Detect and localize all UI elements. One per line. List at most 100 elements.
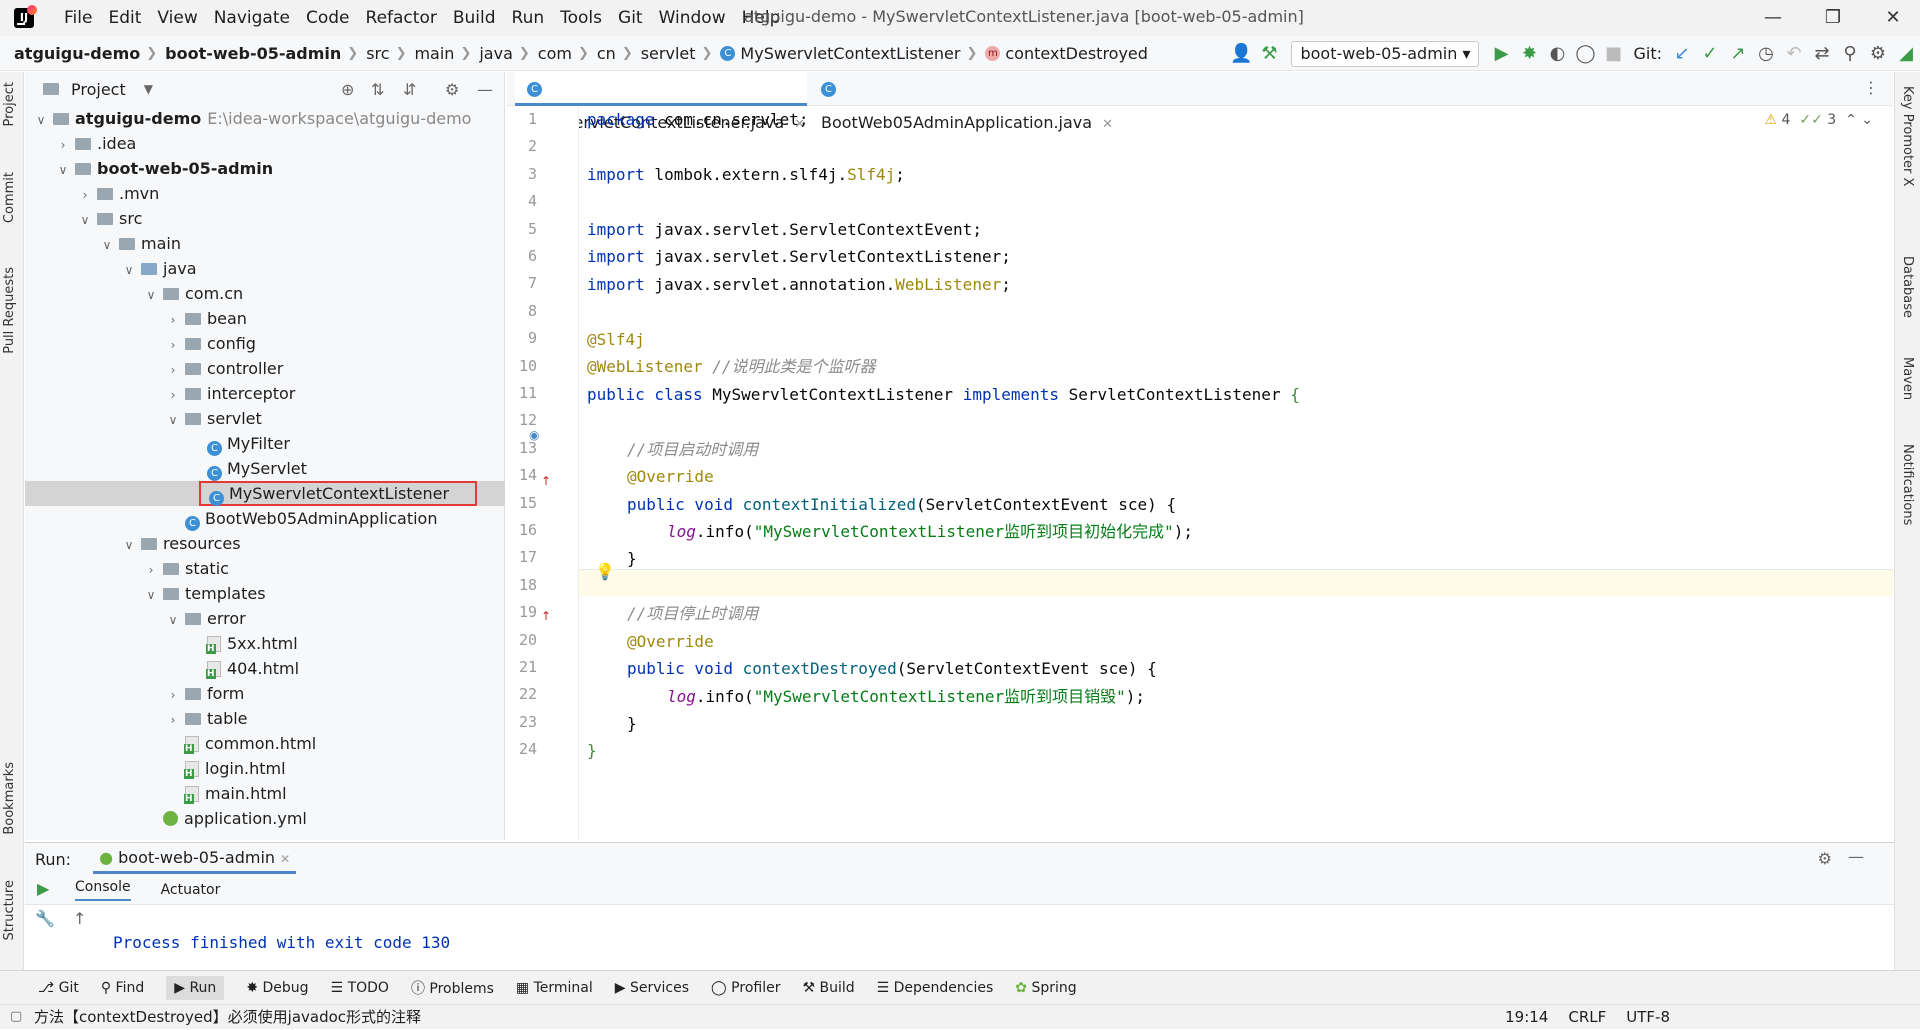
tree-item[interactable]: › table (25, 706, 505, 731)
rerun-icon[interactable]: ▶ (37, 879, 49, 898)
tool-problems[interactable]: ⓘ Problems (411, 978, 494, 998)
git-commit-icon[interactable]: ✓ (1696, 43, 1724, 64)
git-push-icon[interactable]: ↗ (1724, 43, 1752, 64)
menu-window[interactable]: Window (651, 0, 734, 36)
tree-item[interactable]: 404.html (25, 656, 505, 681)
scroll-up-icon[interactable]: ↑ (73, 909, 86, 928)
crumb-module[interactable]: boot-web-05-admin (165, 44, 341, 63)
tree-item[interactable]: ∨ resources (25, 531, 505, 556)
tree-item[interactable]: › bean (25, 306, 505, 331)
run-gear-icon[interactable]: ⚙ (1818, 849, 1832, 868)
tree-item[interactable]: C MyServlet (25, 456, 505, 481)
line-separator[interactable]: CRLF (1568, 1005, 1606, 1030)
tool-commit[interactable]: Commit (2, 172, 17, 223)
run-tab[interactable]: ● boot-web-05-admin ✕ (93, 844, 297, 874)
status-toggle-icon[interactable]: ▢ (10, 1009, 22, 1024)
menu-git[interactable]: Git (610, 0, 651, 36)
tool-build[interactable]: ⚒ Build (802, 980, 854, 996)
menu-build[interactable]: Build (445, 0, 504, 36)
tab-application[interactable]: CBootWeb05AdminApplication.java ✕ (809, 72, 1119, 132)
tool-project[interactable]: Project (2, 82, 17, 126)
menu-view[interactable]: View (149, 0, 205, 36)
tree-item[interactable]: login.html (25, 756, 505, 781)
tool-key-promoter[interactable]: Key Promoter X (1900, 86, 1915, 186)
tree-item[interactable]: › static (25, 556, 505, 581)
tool-git[interactable]: ⎇ Git (38, 980, 79, 996)
build-hammer-icon[interactable]: ⚒ (1255, 43, 1283, 64)
console-tab[interactable]: Console (75, 879, 131, 901)
tool-run[interactable]: ▶ Run (166, 975, 225, 1000)
tree-item[interactable]: 5xx.html (25, 631, 505, 656)
tree-item[interactable]: ∨ src (25, 206, 505, 231)
tool-terminal[interactable]: ▦ Terminal (516, 980, 593, 996)
tree-item[interactable]: ∨ main (25, 231, 505, 256)
file-encoding[interactable]: UTF-8 (1626, 1005, 1670, 1030)
hide-run-icon[interactable]: — (1848, 847, 1864, 866)
close-icon[interactable]: ✕ (1866, 0, 1920, 36)
tree-item[interactable]: › config (25, 331, 505, 356)
tool-services[interactable]: ▶ Services (615, 980, 689, 996)
tree-item[interactable]: common.html (25, 731, 505, 756)
tool-bookmarks[interactable]: Bookmarks (2, 762, 17, 835)
code-area[interactable]: package com.cn.servlet; import lombok.ex… (587, 106, 1887, 840)
plugin-icon[interactable]: ◢ (1892, 43, 1920, 64)
more-tabs-icon[interactable]: ⋮ (1863, 78, 1879, 97)
locate-icon[interactable]: ⊕ (341, 80, 354, 99)
menu-tools[interactable]: Tools (552, 0, 610, 36)
tree-item[interactable]: ∨ error (25, 606, 505, 631)
tool-notifications[interactable]: Notifications (1900, 444, 1915, 525)
tree-item[interactable]: ∨ templates (25, 581, 505, 606)
debug-icon[interactable]: ✸ (1515, 43, 1543, 64)
tree-item[interactable]: C MyFilter (25, 431, 505, 456)
tool-dependencies[interactable]: ☰ Dependencies (877, 980, 994, 996)
tool-todo[interactable]: ☰ TODO (331, 980, 389, 996)
crumb-java[interactable]: java (479, 44, 513, 63)
search-icon[interactable]: ⚲ (1836, 43, 1864, 64)
override-gutter-icon[interactable]: ↑ (541, 609, 551, 623)
crumb-main[interactable]: main (414, 44, 454, 63)
tree-item[interactable]: application.yml (25, 806, 505, 831)
restore-icon[interactable]: ❐ (1806, 0, 1860, 36)
expand-all-icon[interactable]: ⇅ (371, 80, 384, 99)
crumb-project[interactable]: atguigu-demo (14, 44, 140, 63)
override-gutter-icon[interactable]: ↑ (541, 474, 551, 488)
history-icon[interactable]: ◷ (1752, 43, 1780, 64)
menu-run[interactable]: Run (504, 0, 553, 36)
hide-panel-icon[interactable]: — (477, 80, 493, 99)
tree-item[interactable]: ∨ com.cn (25, 281, 505, 306)
implementation-gutter-icon[interactable]: ◉ (529, 428, 539, 442)
settings-gear-icon[interactable]: ⚙ (1864, 43, 1892, 64)
tree-item[interactable]: ∨ boot-web-05-admin (25, 156, 505, 181)
rollback-icon[interactable]: ↶ (1780, 43, 1808, 64)
run-config-select[interactable]: boot-web-05-admin ▾ (1291, 40, 1480, 67)
tree-item[interactable]: C BootWeb05AdminApplication (25, 506, 505, 531)
tool-pull-requests[interactable]: Pull Requests (2, 267, 17, 354)
profile-icon[interactable]: ◯ (1571, 43, 1599, 64)
tool-debug[interactable]: ✸ Debug (246, 980, 308, 996)
tool-maven[interactable]: Maven (1900, 357, 1915, 400)
chevron-down-icon[interactable]: ▼ (144, 82, 153, 96)
run-icon[interactable]: ▶ (1487, 43, 1515, 64)
tool-spring[interactable]: ✿ Spring (1015, 980, 1076, 996)
project-view-select[interactable]: Project (71, 80, 126, 99)
git-update-icon[interactable]: ↙ (1668, 43, 1696, 64)
user-icon[interactable]: 👤 (1227, 43, 1255, 64)
menu-refactor[interactable]: Refactor (358, 0, 445, 36)
menu-navigate[interactable]: Navigate (206, 0, 298, 36)
tree-item[interactable]: › interceptor (25, 381, 505, 406)
crumb-src[interactable]: src (366, 44, 389, 63)
crumb-cn[interactable]: cn (597, 44, 616, 63)
menu-edit[interactable]: Edit (100, 0, 149, 36)
tree-item[interactable]: ∨ servlet (25, 406, 505, 431)
minimize-icon[interactable]: — (1746, 0, 1800, 36)
coverage-icon[interactable]: ◐ (1543, 43, 1571, 64)
crumb-class[interactable]: MySwervletContextListener (740, 44, 960, 63)
crumb-com[interactable]: com (538, 44, 572, 63)
tool-structure[interactable]: Structure (2, 880, 17, 940)
tab-listener[interactable]: CMySwervletContextListener.java ✕ (515, 72, 807, 132)
tree-item[interactable]: › form (25, 681, 505, 706)
tool-database[interactable]: Database (1900, 256, 1915, 318)
crumb-method[interactable]: contextDestroyed (1005, 44, 1148, 63)
tree-item[interactable]: ∨ java (25, 256, 505, 281)
panel-gear-icon[interactable]: ⚙ (445, 80, 459, 99)
